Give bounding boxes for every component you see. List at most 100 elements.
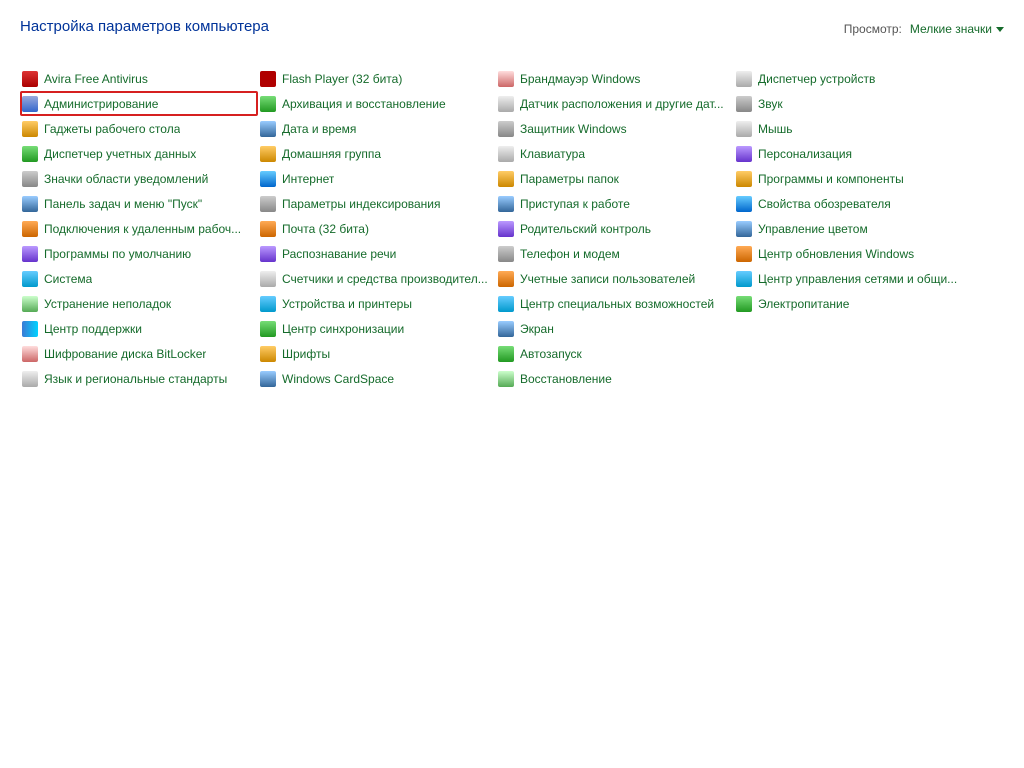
item-label: Параметры папок (520, 172, 619, 186)
control-panel-item[interactable]: Учетные записи пользователей (496, 266, 734, 291)
control-panel-item[interactable]: Почта (32 бита) (258, 216, 496, 241)
control-panel-item[interactable]: Шрифты (258, 341, 496, 366)
item-label: Гаджеты рабочего стола (44, 122, 180, 136)
item-label: Брандмауэр Windows (520, 72, 640, 86)
control-panel-item[interactable]: Язык и региональные стандарты (20, 366, 258, 391)
control-panel-item[interactable]: Диспетчер учетных данных (20, 141, 258, 166)
ie-icon (260, 171, 276, 187)
control-panel-item[interactable]: Центр обновления Windows (734, 241, 972, 266)
item-label: Значки области уведомлений (44, 172, 208, 186)
item-label: Защитник Windows (520, 122, 627, 136)
control-panel-item[interactable]: Диспетчер устройств (734, 66, 972, 91)
item-label: Родительский контроль (520, 222, 651, 236)
control-panel-item[interactable]: Гаджеты рабочего стола (20, 116, 258, 141)
ic11-icon (498, 71, 514, 87)
control-panel-item[interactable]: Программы по умолчанию (20, 241, 258, 266)
control-panel-item[interactable]: Звук (734, 91, 972, 116)
ic12-icon (498, 146, 514, 162)
control-panel-item[interactable]: Распознавание речи (258, 241, 496, 266)
item-label: Дата и время (282, 122, 356, 136)
control-panel-item[interactable]: Устройства и принтеры (258, 291, 496, 316)
control-panel-item[interactable]: Родительский контроль (496, 216, 734, 241)
item-label: Центр поддержки (44, 322, 142, 336)
view-dropdown[interactable]: Мелкие значки (910, 22, 1004, 36)
item-label: Свойства обозревателя (758, 197, 891, 211)
control-panel-item[interactable]: Управление цветом (734, 216, 972, 241)
control-panel-item[interactable]: Avira Free Antivirus (20, 66, 258, 91)
control-panel-item[interactable]: Администрирование (20, 91, 258, 116)
ic3-icon (260, 346, 276, 362)
item-label: Архивация и восстановление (282, 97, 446, 111)
control-panel-item[interactable]: Клавиатура (496, 141, 734, 166)
ic5-icon (498, 246, 514, 262)
control-panel-item[interactable]: Интернет (258, 166, 496, 191)
control-panel-item[interactable]: Значки области уведомлений (20, 166, 258, 191)
ic3-icon (22, 121, 38, 137)
item-label: Подключения к удаленным рабоч... (44, 222, 241, 236)
control-panel-item[interactable]: Защитник Windows (496, 116, 734, 141)
item-label: Автозапуск (520, 347, 582, 361)
ic8-icon (736, 146, 752, 162)
item-label: Персонализация (758, 147, 852, 161)
control-panel-item[interactable]: Панель задач и меню "Пуск" (20, 191, 258, 216)
control-panel-item[interactable]: Центр поддержки (20, 316, 258, 341)
ic6-icon (260, 121, 276, 137)
control-panel-item[interactable]: Параметры индексирования (258, 191, 496, 216)
control-panel-item[interactable]: Дата и время (258, 116, 496, 141)
control-panel-item[interactable]: Электропитание (734, 291, 972, 316)
control-panel-grid: Avira Free AntivirusАдминистрирование Гад… (0, 36, 1024, 401)
ic9-icon (260, 296, 276, 312)
item-label: Язык и региональные стандарты (44, 372, 227, 386)
control-panel-item[interactable]: Телефон и модем (496, 241, 734, 266)
ic7-icon (260, 221, 276, 237)
ic5-icon (736, 96, 752, 112)
control-panel-item[interactable]: Датчик расположения и другие дат... (496, 91, 734, 116)
control-panel-item[interactable]: Экран (496, 316, 734, 341)
control-panel-item[interactable]: Система (20, 266, 258, 291)
control-panel-item[interactable]: Восстановление (496, 366, 734, 391)
ic10-icon (498, 371, 514, 387)
view-value-text: Мелкие значки (910, 22, 992, 36)
control-panel-item[interactable]: Центр специальных возможностей (496, 291, 734, 316)
item-label: Почта (32 бита) (282, 222, 369, 236)
control-panel-item[interactable]: Программы и компоненты (734, 166, 972, 191)
ic7-icon (22, 221, 38, 237)
ic11-icon (22, 346, 38, 362)
item-label: Мышь (758, 122, 793, 136)
control-panel-item[interactable]: Центр синхронизации (258, 316, 496, 341)
item-label: Интернет (282, 172, 334, 186)
item-label: Учетные записи пользователей (520, 272, 695, 286)
chevron-down-icon (996, 27, 1004, 32)
item-label: Устранение неполадок (44, 297, 171, 311)
view-label: Просмотр: (844, 22, 902, 36)
control-panel-item[interactable]: Счетчики и средства производител... (258, 266, 496, 291)
control-panel-item[interactable]: Автозапуск (496, 341, 734, 366)
ic8-icon (498, 221, 514, 237)
ic4-icon (498, 346, 514, 362)
item-label: Центр синхронизации (282, 322, 404, 336)
ic10-icon (22, 296, 38, 312)
control-panel-item[interactable]: Flash Player (32 бита) (258, 66, 496, 91)
ic2-icon (22, 96, 38, 112)
item-label: Windows CardSpace (282, 372, 394, 386)
control-panel-item[interactable]: Архивация и восстановление (258, 91, 496, 116)
ic12-icon (498, 96, 514, 112)
ic12-icon (260, 271, 276, 287)
ic4-icon (736, 296, 752, 312)
control-panel-item[interactable]: Подключения к удаленным рабоч... (20, 216, 258, 241)
ic6-icon (498, 321, 514, 337)
control-panel-item[interactable]: Шифрование диска BitLocker (20, 341, 258, 366)
control-panel-item[interactable]: Устранение неполадок (20, 291, 258, 316)
control-panel-item[interactable]: Приступая к работе (496, 191, 734, 216)
control-panel-item[interactable]: Мышь (734, 116, 972, 141)
item-label: Устройства и принтеры (282, 297, 412, 311)
control-panel-item[interactable]: Брандмауэр Windows (496, 66, 734, 91)
control-panel-item[interactable]: Параметры папок (496, 166, 734, 191)
control-panel-item[interactable]: Центр управления сетями и общи... (734, 266, 972, 291)
ic3-icon (498, 171, 514, 187)
ic5-icon (498, 121, 514, 137)
control-panel-item[interactable]: Свойства обозревателя (734, 191, 972, 216)
control-panel-item[interactable]: Персонализация (734, 141, 972, 166)
control-panel-item[interactable]: Windows CardSpace (258, 366, 496, 391)
control-panel-item[interactable]: Домашняя группа (258, 141, 496, 166)
